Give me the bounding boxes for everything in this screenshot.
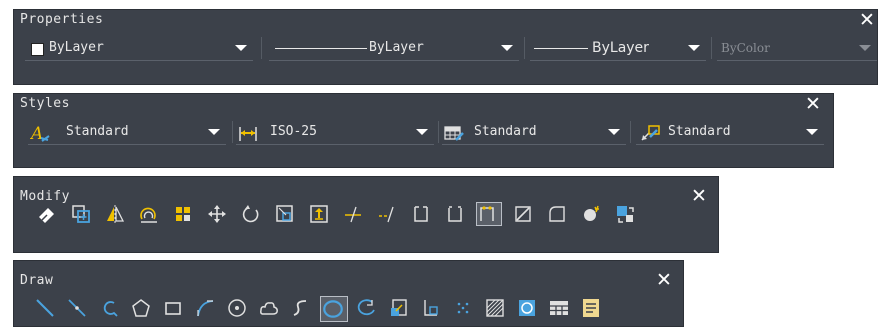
text-style-icon: A — [30, 124, 50, 142]
hatch-icon[interactable] — [484, 297, 506, 319]
linetype-combo[interactable]: ByLayer — [269, 35, 519, 61]
mleader-style-combo[interactable]: Standard — [636, 119, 824, 145]
polygon-icon[interactable] — [130, 297, 152, 319]
text-style-combo[interactable]: A Standard — [28, 119, 226, 145]
svg-text:A: A — [30, 124, 43, 142]
linetype-value: ByLayer — [369, 40, 424, 55]
table-style-value: Standard — [474, 124, 537, 139]
construction-line-icon[interactable] — [66, 297, 88, 319]
stretch-icon[interactable] — [308, 203, 330, 225]
revision-cloud-icon[interactable] — [258, 297, 280, 319]
explode-icon[interactable] — [614, 203, 636, 225]
table-style-icon — [444, 124, 464, 142]
circle-icon[interactable] — [226, 297, 248, 319]
separator — [261, 37, 262, 59]
trim-icon[interactable] — [342, 203, 364, 225]
styles-close-button[interactable]: ✕ — [804, 95, 822, 114]
chamfer-icon[interactable] — [512, 203, 534, 225]
chevron-down-icon — [235, 45, 247, 51]
rotate-icon[interactable] — [240, 203, 262, 225]
ellipse-icon[interactable] — [320, 296, 348, 322]
properties-title: Properties — [20, 12, 104, 27]
separator — [438, 121, 439, 143]
arc-icon[interactable] — [194, 297, 216, 319]
draw-toolbar: Draw ✕ — [13, 260, 684, 327]
line-icon[interactable] — [34, 297, 56, 319]
break-at-point-icon[interactable] — [410, 203, 432, 225]
separator — [232, 121, 233, 143]
scale-icon[interactable] — [274, 203, 296, 225]
array-icon[interactable] — [172, 203, 194, 225]
draw-close-button[interactable]: ✕ — [655, 271, 673, 290]
color-value: ByLayer — [49, 40, 104, 55]
plotstyle-value: ByColor — [721, 41, 770, 55]
dim-style-combo[interactable]: ISO-25 — [236, 119, 434, 145]
lineweight-combo[interactable]: ByLayer — [530, 35, 706, 61]
separator — [630, 121, 631, 143]
color-swatch-icon — [31, 43, 44, 56]
copy-icon[interactable] — [70, 203, 92, 225]
separator — [711, 37, 712, 59]
break-icon[interactable] — [444, 203, 466, 225]
multiline-text-icon[interactable] — [580, 297, 602, 319]
chevron-down-icon — [416, 129, 428, 135]
chevron-down-icon — [608, 129, 620, 135]
dimension-style-icon — [238, 124, 258, 142]
color-combo[interactable]: ByLayer — [25, 35, 253, 61]
region-icon[interactable] — [516, 297, 538, 319]
offset-icon[interactable] — [138, 203, 160, 225]
rectangle-icon[interactable] — [162, 297, 184, 319]
blend-curves-icon[interactable] — [580, 203, 602, 225]
chevron-down-icon — [208, 129, 220, 135]
draw-title: Draw — [20, 273, 54, 288]
styles-title: Styles — [20, 96, 70, 111]
table-style-combo[interactable]: Standard — [442, 119, 626, 145]
text-style-value: Standard — [66, 124, 129, 139]
separator — [524, 37, 525, 59]
table-icon[interactable] — [548, 297, 570, 319]
point-icon[interactable] — [452, 297, 474, 319]
make-block-icon[interactable] — [420, 297, 442, 319]
dim-style-value: ISO-25 — [270, 124, 317, 139]
properties-close-button[interactable]: ✕ — [858, 11, 876, 30]
lineweight-value: ByLayer — [592, 40, 649, 56]
erase-icon[interactable] — [36, 203, 58, 225]
modify-close-button[interactable]: ✕ — [690, 187, 708, 206]
chevron-down-icon — [806, 129, 818, 135]
mleader-style-value: Standard — [668, 124, 731, 139]
properties-toolbar: Properties ✕ ByLayer ByLayer ByLayer ByC… — [13, 9, 878, 85]
chevron-down-icon — [859, 45, 871, 51]
lineweight-preview-icon — [534, 48, 588, 49]
mirror-icon[interactable] — [104, 203, 126, 225]
spline-icon[interactable] — [290, 297, 312, 319]
plotstyle-combo[interactable]: ByColor — [717, 35, 877, 61]
join-icon[interactable] — [476, 202, 502, 226]
chevron-down-icon — [501, 45, 513, 51]
linetype-preview-icon — [275, 48, 367, 49]
fillet-icon[interactable] — [546, 203, 568, 225]
ellipse-arc-icon[interactable] — [356, 297, 378, 319]
insert-block-icon[interactable] — [388, 297, 410, 319]
styles-toolbar: Styles ✕ A Standard ISO-25 Standard Stan… — [13, 93, 834, 168]
extend-icon[interactable] — [376, 203, 398, 225]
multileader-style-icon — [640, 124, 660, 142]
chevron-down-icon — [688, 45, 700, 51]
polyline-icon[interactable] — [98, 297, 120, 319]
move-icon[interactable] — [206, 203, 228, 225]
modify-toolbar: Modify ✕ — [13, 176, 719, 253]
